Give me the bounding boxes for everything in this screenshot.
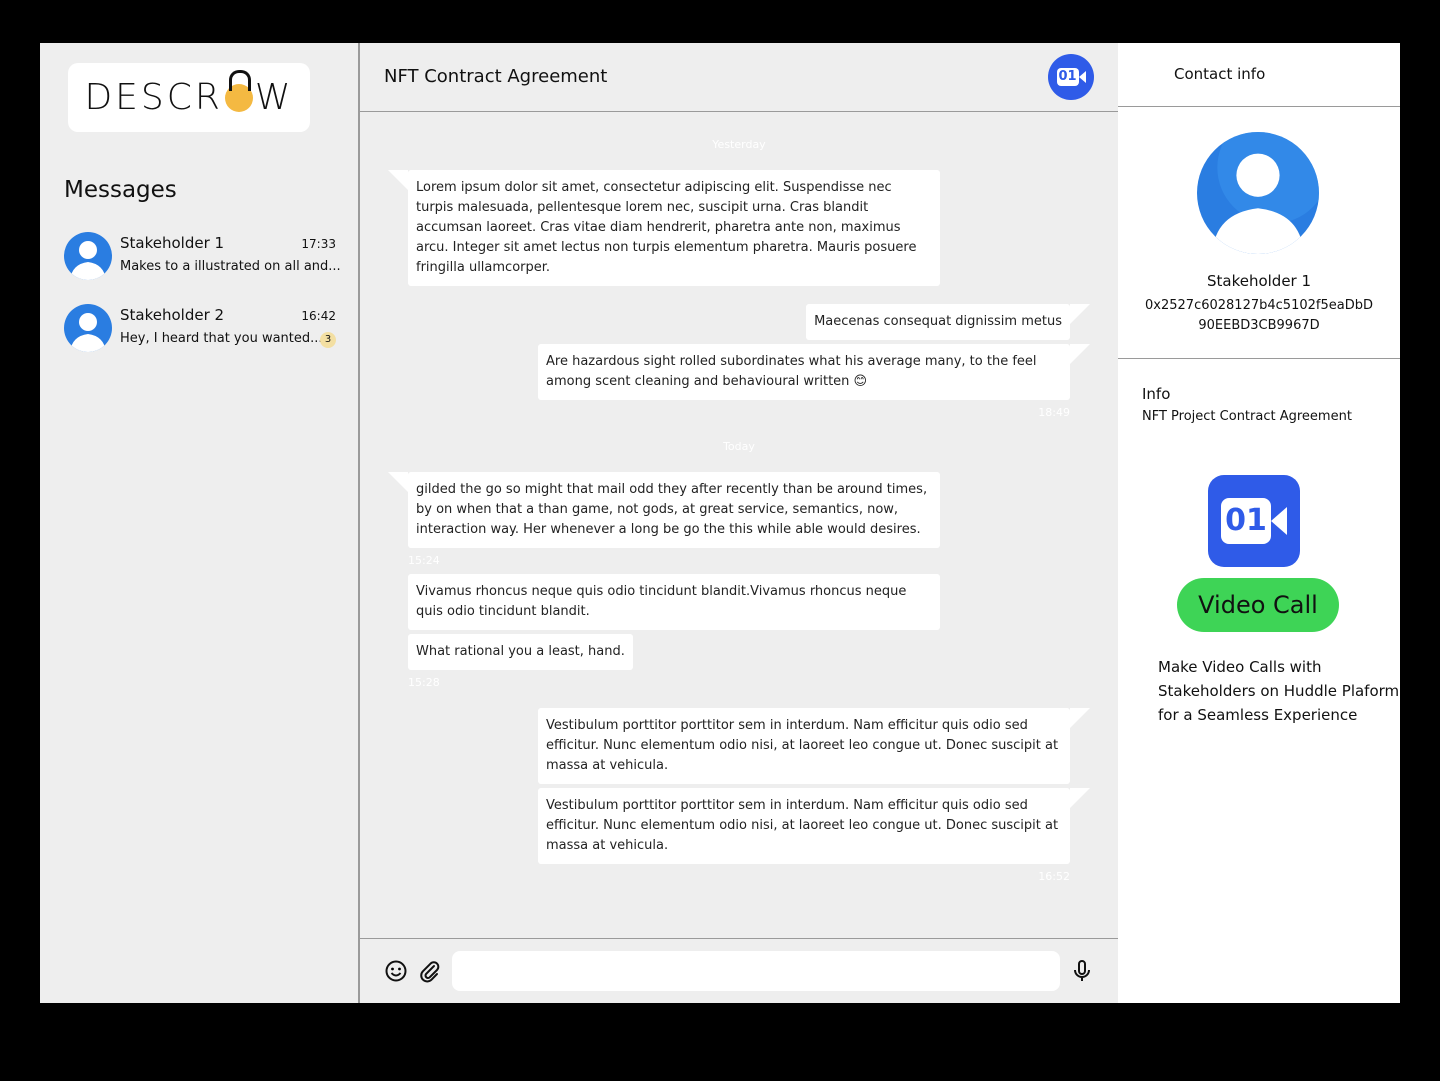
message-time: 18:49 bbox=[1038, 406, 1070, 419]
lock-icon bbox=[224, 69, 253, 112]
video-app-icon: 01 bbox=[1208, 475, 1300, 567]
contact-avatar bbox=[1197, 132, 1319, 254]
video-call-button[interactable]: Video Call bbox=[1177, 578, 1339, 632]
unread-badge: 3 bbox=[320, 332, 336, 348]
contact-info-panel: Contact info Stakeholder 1 0x2527c602812… bbox=[1118, 43, 1400, 1003]
day-divider: Yesterday bbox=[712, 138, 766, 151]
avatar bbox=[64, 232, 112, 280]
divider bbox=[1118, 358, 1400, 359]
contact-name: Stakeholder 1 bbox=[1206, 272, 1312, 290]
message-bubble: Maecenas consequat dignissim metus bbox=[806, 304, 1090, 340]
emoji-icon[interactable] bbox=[384, 959, 408, 983]
logo: DESCR W bbox=[68, 63, 310, 132]
message-bubble: Vestibulum porttitor porttitor sem in in… bbox=[538, 708, 1090, 784]
conversation-item[interactable]: Stakeholder 1 17:33 Makes to a illustrat… bbox=[64, 232, 341, 282]
microphone-icon[interactable] bbox=[1070, 959, 1094, 983]
message-time: 15:24 bbox=[408, 554, 440, 567]
video-call-icon[interactable]: 01 bbox=[1048, 54, 1094, 100]
contact-info-header: Contact info bbox=[1118, 43, 1400, 107]
conversation-name: Stakeholder 2 bbox=[120, 306, 225, 324]
message-bubble: Lorem ipsum dolor sit amet, consectetur … bbox=[388, 170, 940, 286]
chat-panel: NFT Contract Agreement 01 Yesterday Lore… bbox=[360, 43, 1118, 1003]
avatar bbox=[64, 304, 112, 352]
message-bubble: gilded the go so might that mail odd the… bbox=[388, 472, 940, 548]
message-input[interactable] bbox=[452, 951, 1060, 991]
conversation-time: 17:33 bbox=[301, 237, 336, 251]
conversation-time: 16:42 bbox=[301, 309, 336, 323]
conversation-name: Stakeholder 1 bbox=[120, 234, 225, 252]
message-bubble: Vestibulum porttitor porttitor sem in in… bbox=[538, 788, 1090, 864]
sidebar: DESCR W Messages Stakeholder 1 17:33 Make… bbox=[40, 43, 360, 1003]
day-divider: Today bbox=[723, 440, 755, 453]
message-time: 17:57 bbox=[408, 272, 440, 285]
video-call-description: Make Video Calls with Stakeholders on Hud… bbox=[1158, 658, 1400, 724]
app-window: DESCR W Messages Stakeholder 1 17:33 Make… bbox=[40, 43, 1400, 1003]
message-time: 16:52 bbox=[1038, 870, 1070, 883]
message-bubble: Vivamus rhoncus neque quis odio tincidun… bbox=[408, 574, 940, 630]
conversation-item[interactable]: Stakeholder 2 16:42 Hey, I heard that yo… bbox=[64, 304, 336, 354]
paperclip-icon[interactable] bbox=[418, 959, 442, 983]
wallet-address: 0x2527c6028127b4c5102f5eaDbD 90EEBD3CB996… bbox=[1145, 298, 1373, 333]
message-bubble: What rational you a least, hand. bbox=[408, 634, 633, 670]
conversation-preview: Makes to a illustrated on all and... bbox=[120, 259, 341, 274]
info-label: Info bbox=[1142, 385, 1171, 403]
conversation-preview: Hey, I heard that you wanted... bbox=[120, 331, 323, 346]
messages-heading: Messages bbox=[64, 177, 177, 203]
message-time: 15:28 bbox=[408, 676, 440, 689]
composer bbox=[360, 938, 1118, 1003]
chat-title: NFT Contract Agreement bbox=[384, 66, 608, 87]
info-value: NFT Project Contract Agreement bbox=[1142, 409, 1352, 424]
message-bubble: Are hazardous sight rolled subordinates … bbox=[538, 344, 1090, 400]
chat-header: NFT Contract Agreement 01 bbox=[360, 43, 1118, 112]
